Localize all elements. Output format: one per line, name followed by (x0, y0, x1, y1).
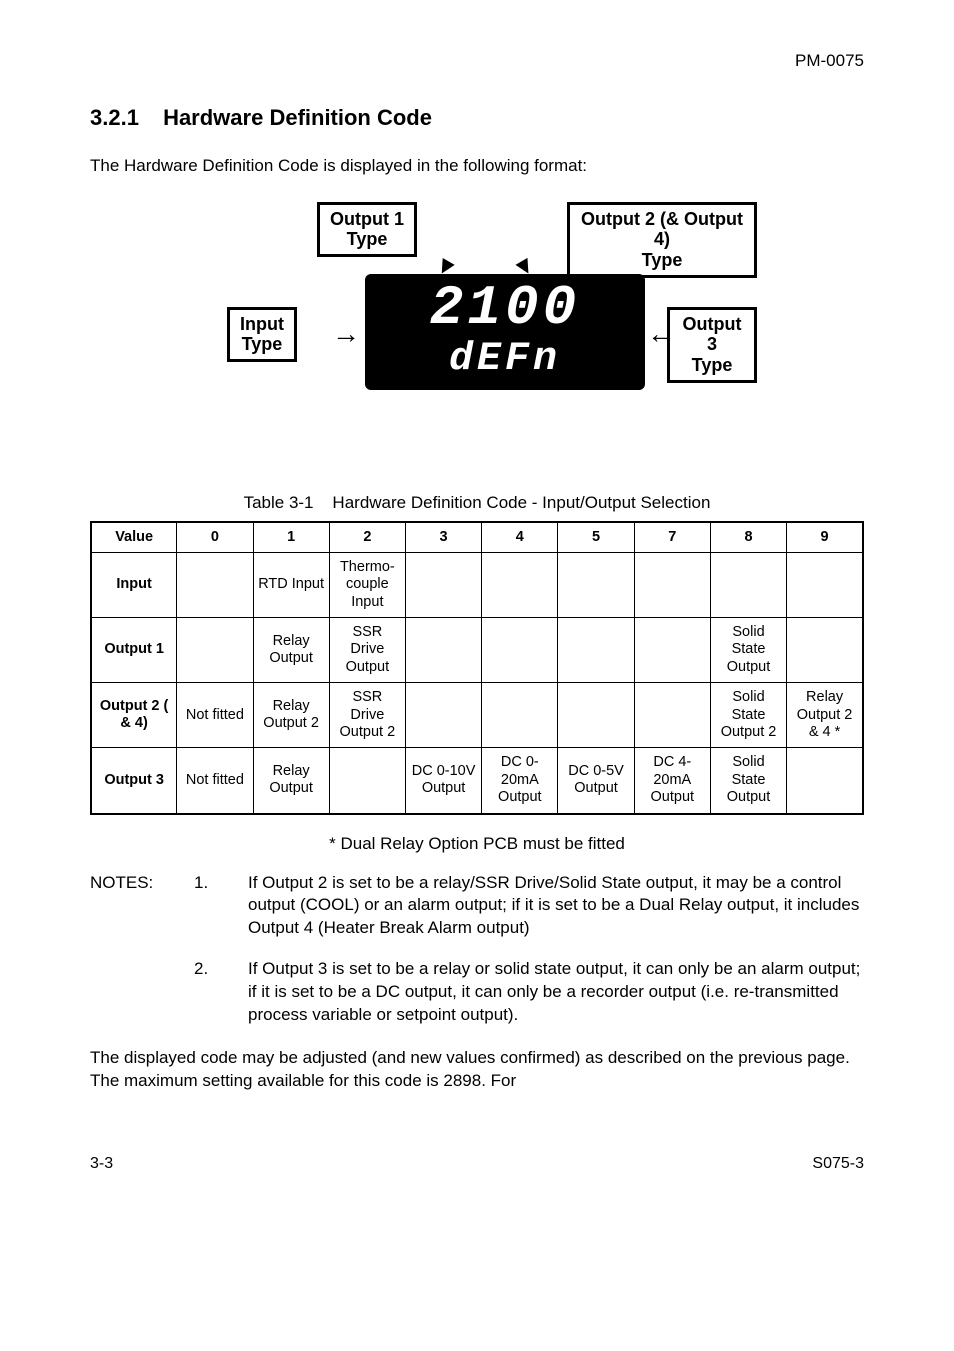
table-cell (329, 748, 405, 814)
table-row-label: Output 2 ( & 4) (91, 683, 177, 748)
table-row: Output 3Not fittedRelay Output DC 0-10V O… (91, 748, 863, 814)
table-row-label: Output 3 (91, 748, 177, 814)
footer-left: 3-3 (90, 1153, 113, 1175)
section-number: 3.2.1 (90, 105, 139, 130)
closing-paragraph: The displayed code may be adjusted (and … (90, 1047, 864, 1093)
note-number: 1. (194, 872, 234, 941)
table-header-cell: 4 (482, 522, 558, 553)
table-header-cell: 5 (558, 522, 634, 553)
table-cell (558, 552, 634, 617)
table-cell (634, 683, 710, 748)
table-cell: SSR Drive Output 2 (329, 683, 405, 748)
table-cell: DC 0-20mA Output (482, 748, 558, 814)
lcd-display: 2100 dEFn (365, 274, 645, 390)
label-input-line2: Type (240, 334, 284, 355)
table-cell: DC 4-20mA Output (634, 748, 710, 814)
table-cell: RTD Input (253, 552, 329, 617)
table-row-label: Output 1 (91, 618, 177, 683)
display-top-row: 2100 (375, 280, 635, 336)
table-header-row: Value 0 1 2 3 4 5 7 8 9 (91, 522, 863, 553)
table-cell (634, 552, 710, 617)
label-output24-line1: Output 2 (& Output 4) (580, 209, 744, 250)
table-cell: Solid State Output (710, 618, 786, 683)
table-cell (405, 618, 481, 683)
table-cell (787, 618, 863, 683)
notes-block: NOTES: 1. If Output 2 is set to be a rel… (90, 872, 864, 1028)
hardware-code-table: Value 0 1 2 3 4 5 7 8 9 Input RTD InputTh… (90, 521, 864, 815)
table-row: Output 2 ( & 4)Not fittedRelay Output 2S… (91, 683, 863, 748)
footer-right: S075-3 (812, 1153, 864, 1175)
table-caption: Table 3-1 Hardware Definition Code - Inp… (90, 492, 864, 515)
table-caption-text: Hardware Definition Code - Input/Output … (332, 493, 710, 512)
table-row-label: Input (91, 552, 177, 617)
label-output3-line2: Type (680, 355, 744, 376)
arrow-left-icon: ← (647, 320, 675, 348)
section-heading: 3.2.1 Hardware Definition Code (90, 103, 864, 133)
table-cell: Solid State Output (710, 748, 786, 814)
table-row: Input RTD InputThermo-couple Input (91, 552, 863, 617)
table-cell (177, 552, 253, 617)
label-output2-4-type: Output 2 (& Output 4) Type (567, 202, 757, 278)
intro-text: The Hardware Definition Code is displaye… (90, 155, 864, 178)
table-cell (177, 618, 253, 683)
table-cell: Relay Output (253, 748, 329, 814)
note-number: 2. (194, 958, 234, 1027)
table-header-cell: 1 (253, 522, 329, 553)
arrow-right-icon: → (332, 320, 360, 348)
label-input-line1: Input (240, 314, 284, 335)
table-cell (558, 683, 634, 748)
notes-label: NOTES: (90, 872, 180, 941)
table-cell (710, 552, 786, 617)
table-cell: Not fitted (177, 683, 253, 748)
note-text: If Output 2 is set to be a relay/SSR Dri… (248, 872, 864, 941)
table-cell (405, 552, 481, 617)
label-output3-line1: Output 3 (680, 314, 744, 355)
label-input-type: Input Type (227, 307, 297, 362)
table-cell (405, 683, 481, 748)
page-footer: 3-3 S075-3 (90, 1153, 864, 1175)
display-bottom-row: dEFn (375, 340, 635, 380)
table-cell: Solid State Output 2 (710, 683, 786, 748)
table-footnote: * Dual Relay Option PCB must be fitted (90, 833, 864, 856)
table-cell: Thermo-couple Input (329, 552, 405, 617)
label-output1-type: Output 1 Type (317, 202, 417, 257)
table-cell (634, 618, 710, 683)
table-header-cell: 8 (710, 522, 786, 553)
table-cell: Relay Output 2 & 4 * (787, 683, 863, 748)
table-header-cell: 3 (405, 522, 481, 553)
diagram: Output 1 Type Output 2 (& Output 4) Type… (197, 202, 757, 462)
table-cell (482, 618, 558, 683)
table-cell (482, 552, 558, 617)
table-cell (558, 618, 634, 683)
notes-label-spacer (90, 958, 180, 1027)
note-text: If Output 3 is set to be a relay or soli… (248, 958, 864, 1027)
label-output1-line1: Output 1 (330, 209, 404, 230)
table-cell (482, 683, 558, 748)
label-output3-type: Output 3 Type (667, 307, 757, 383)
doc-code: PM-0075 (90, 50, 864, 73)
table-cell: DC 0-5V Output (558, 748, 634, 814)
table-cell: SSR Drive Output (329, 618, 405, 683)
table-header-cell: 2 (329, 522, 405, 553)
section-title-text: Hardware Definition Code (163, 105, 432, 130)
table-header-cell: 7 (634, 522, 710, 553)
table-caption-prefix: Table 3-1 (244, 493, 314, 512)
table-cell: Relay Output (253, 618, 329, 683)
table-cell (787, 552, 863, 617)
label-output1-line2: Type (330, 229, 404, 250)
table-header-cell: 0 (177, 522, 253, 553)
label-output24-line2: Type (580, 250, 744, 271)
table-cell: DC 0-10V Output (405, 748, 481, 814)
table-cell: Not fitted (177, 748, 253, 814)
table-cell (787, 748, 863, 814)
table-cell: Relay Output 2 (253, 683, 329, 748)
table-row: Output 1 Relay OutputSSR Drive Output Soli… (91, 618, 863, 683)
table-header-cell: 9 (787, 522, 863, 553)
table-header-cell: Value (91, 522, 177, 553)
